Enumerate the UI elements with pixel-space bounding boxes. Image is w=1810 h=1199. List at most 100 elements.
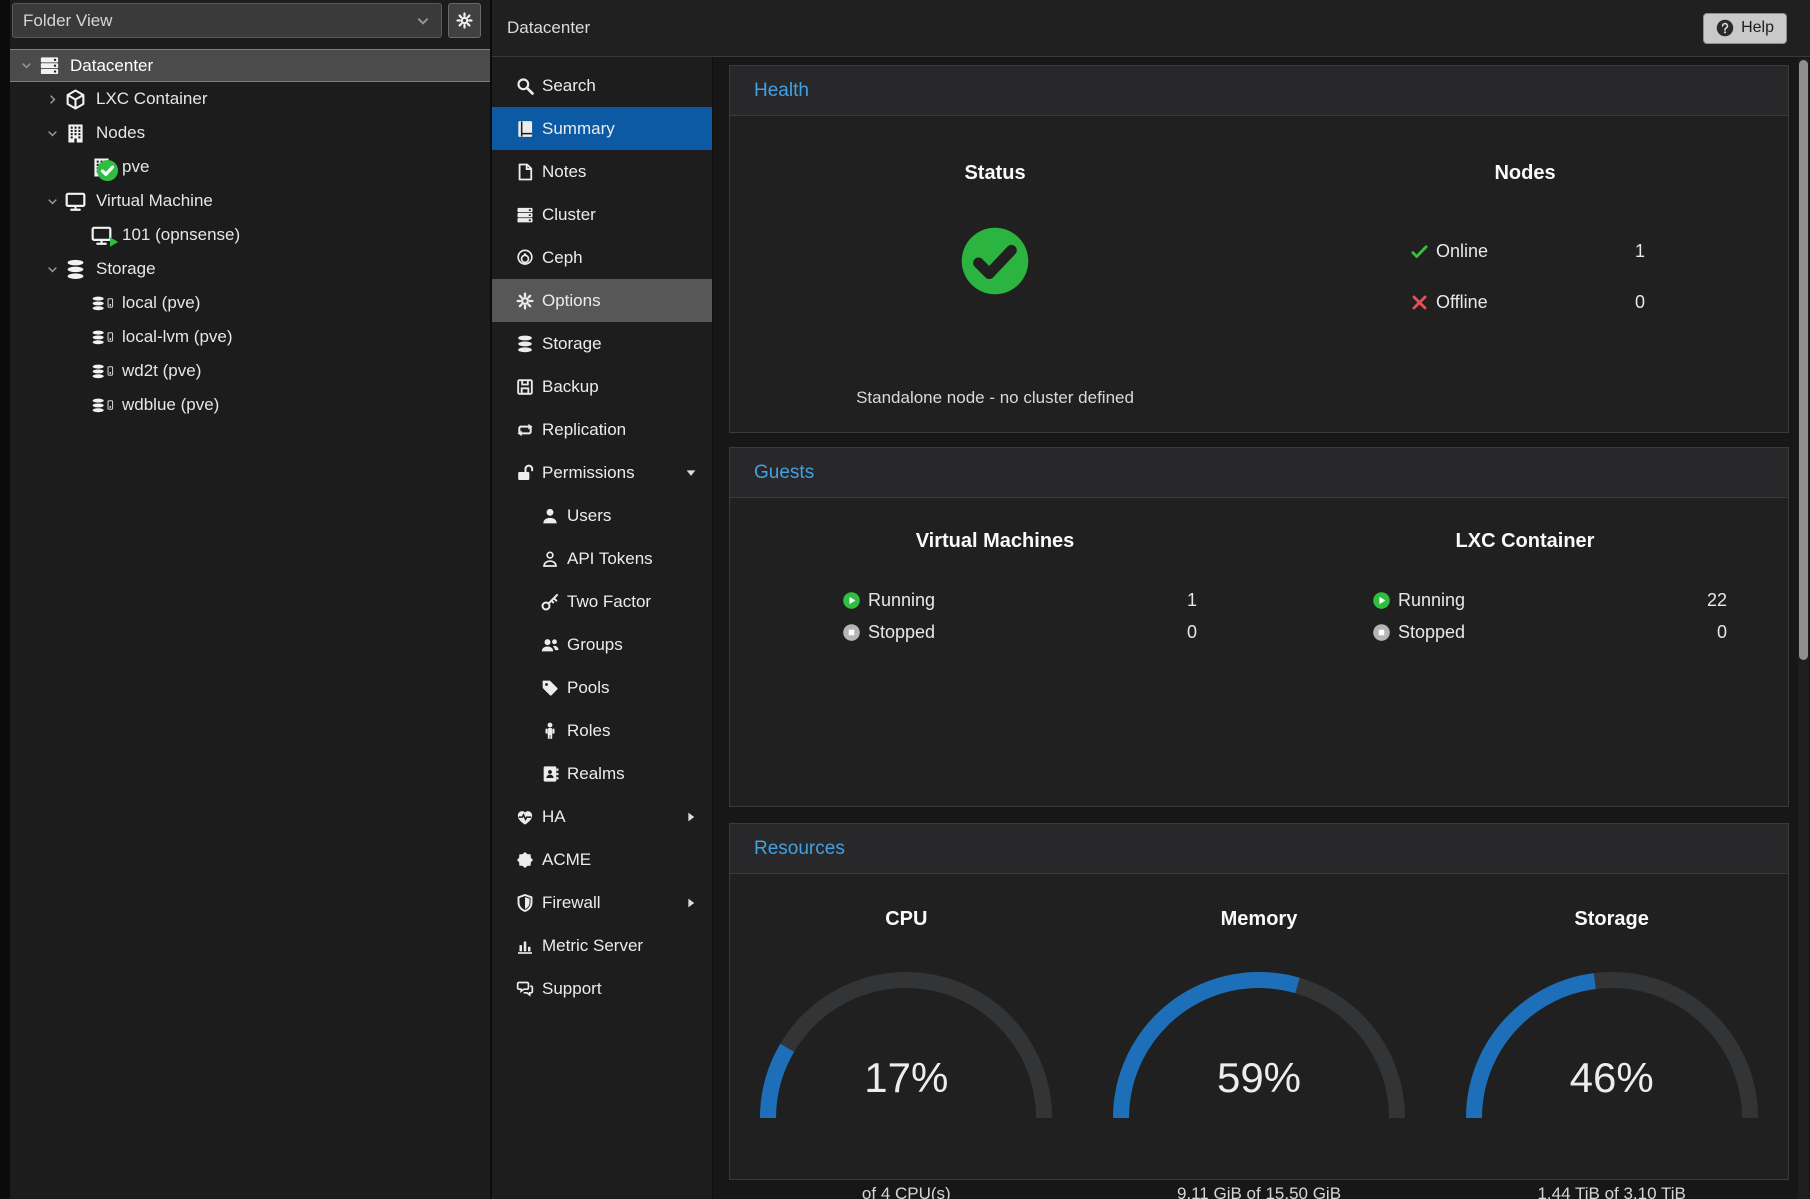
gear-icon [515, 291, 535, 311]
tree-item-wdblue-pve[interactable]: wdblue (pve) [10, 388, 490, 422]
tree-expander[interactable] [40, 127, 64, 140]
guests-column-title: LXC Container [1375, 530, 1675, 553]
menu-item-ceph[interactable]: Ceph [492, 236, 712, 279]
heartbeat-icon [515, 807, 535, 827]
view-mode-label: Folder View [23, 11, 112, 31]
guests-panel-title: Guests [754, 462, 814, 484]
gauge-title-cpu: CPU [756, 908, 1056, 931]
menu-item-label: Notes [542, 162, 586, 182]
menu-item-api-tokens[interactable]: API Tokens [492, 537, 712, 580]
menu-item-firewall[interactable]: Firewall [492, 881, 712, 924]
shield-icon [515, 893, 535, 913]
drive-icon [105, 361, 116, 381]
tree-item-virtual-machine[interactable]: Virtual Machine [10, 184, 490, 218]
menu-item-label: Pools [567, 678, 610, 698]
help-button[interactable]: Help [1703, 13, 1787, 44]
menu-item-label: Groups [567, 635, 623, 655]
key-icon [540, 592, 560, 612]
guest-row-stopped: Stopped0 [842, 619, 1197, 646]
summary-content: Health Status Standalone node - no clust… [712, 57, 1810, 1199]
scrollbar-thumb[interactable] [1799, 60, 1808, 660]
menu-item-label: Summary [542, 119, 615, 139]
menu-item-two-factor[interactable]: Two Factor [492, 580, 712, 623]
view-mode-select[interactable]: Folder View [12, 3, 442, 38]
address-book-icon [540, 764, 560, 784]
menu-item-metric-server[interactable]: Metric Server [492, 924, 712, 967]
menu-item-users[interactable]: Users [492, 494, 712, 537]
menu-item-cluster[interactable]: Cluster [492, 193, 712, 236]
gauge-arc [1462, 968, 1762, 1126]
menu-item-search[interactable]: Search [492, 64, 712, 107]
tree-item-storage[interactable]: Storage [10, 252, 490, 286]
resource-tree: Datacenter LXC ContainerNodes pve Virtual M… [10, 49, 490, 422]
node-row-online: Online1 [1410, 238, 1645, 265]
tree-item-label: pve [122, 157, 149, 177]
guest-row-running: Running1 [842, 587, 1197, 614]
tree-item-nodes[interactable]: Nodes [10, 116, 490, 150]
menu-item-summary[interactable]: Summary [492, 107, 712, 150]
gauge-percent: 59% [1109, 1054, 1409, 1102]
node-state-value: 1 [1635, 241, 1645, 262]
ceph-icon [515, 248, 535, 268]
chevron-down-icon [46, 127, 59, 140]
menu-item-notes[interactable]: Notes [492, 150, 712, 193]
tree-expander[interactable] [14, 59, 38, 72]
chevron-right-icon [46, 93, 59, 106]
menu-item-pools[interactable]: Pools [492, 666, 712, 709]
running-badge-icon [108, 236, 120, 248]
gauge-storage: 46% [1462, 968, 1762, 1126]
content-header-bar: Datacenter Help [492, 0, 1810, 57]
tree-expander[interactable] [40, 263, 64, 276]
cube-icon [64, 88, 87, 111]
tree-item-101-opnsense[interactable]: 101 (opnsense) [10, 218, 490, 252]
help-button-label: Help [1741, 19, 1774, 37]
tree-item-wd2t-pve[interactable]: wd2t (pve) [10, 354, 490, 388]
servers-icon [515, 205, 535, 225]
offline-cross-icon [1410, 293, 1429, 312]
chevron-down-icon [415, 13, 431, 29]
menu-item-replication[interactable]: Replication [492, 408, 712, 451]
menu-item-roles[interactable]: Roles [492, 709, 712, 752]
menu-item-options[interactable]: Options [492, 279, 712, 322]
tree-item-label: 101 (opnsense) [122, 225, 240, 245]
tree-item-local-pve[interactable]: local (pve) [10, 286, 490, 320]
guests-panel: Guests Virtual Machines Running1 Stopped0 L… [729, 447, 1789, 807]
health-panel: Health Status Standalone node - no clust… [729, 65, 1789, 433]
health-panel-title: Health [754, 80, 809, 102]
menu-item-ha[interactable]: HA [492, 795, 712, 838]
status-column-title: Status [845, 162, 1145, 185]
menu-item-support[interactable]: Support [492, 967, 712, 1010]
guests-status-list: Running1 Stopped0 [842, 587, 1197, 651]
menu-item-backup[interactable]: Backup [492, 365, 712, 408]
guests-column-title: Virtual Machines [845, 530, 1145, 553]
tree-settings-button[interactable] [448, 3, 481, 38]
node-state-value: 0 [1635, 292, 1645, 313]
users-icon [540, 635, 560, 655]
database-icon [90, 292, 106, 315]
online-check-icon [1410, 242, 1429, 261]
nodes-column-title: Nodes [1375, 162, 1675, 185]
tree-item-lxc-container[interactable]: LXC Container [10, 82, 490, 116]
guest-row-stopped: Stopped0 [1372, 619, 1727, 646]
book-icon [515, 119, 535, 139]
caret-right-icon [684, 896, 698, 910]
tree-item-label: Datacenter [70, 56, 153, 76]
menu-item-acme[interactable]: ACME [492, 838, 712, 881]
resources-panel-title: Resources [754, 838, 845, 860]
menu-item-groups[interactable]: Groups [492, 623, 712, 666]
menu-item-label: Users [567, 506, 611, 526]
menu-item-realms[interactable]: Realms [492, 752, 712, 795]
tree-item-datacenter[interactable]: Datacenter [10, 49, 490, 82]
menu-item-permissions[interactable]: Permissions [492, 451, 712, 494]
tree-expander[interactable] [40, 195, 64, 208]
menu-item-label: Permissions [542, 463, 635, 483]
person-icon [540, 721, 560, 741]
guests-status-list: Running22Stopped0 [1372, 587, 1727, 651]
servers-icon [38, 54, 61, 77]
menu-item-storage[interactable]: Storage [492, 322, 712, 365]
database-icon [515, 334, 535, 354]
tree-expander[interactable] [40, 93, 64, 106]
tree-item-local-lvm-pve[interactable]: local-lvm (pve) [10, 320, 490, 354]
datacenter-menu: Search Summary Notes ClusterCephOptionsStor… [492, 57, 712, 1199]
tree-item-pve[interactable]: pve [10, 150, 490, 184]
